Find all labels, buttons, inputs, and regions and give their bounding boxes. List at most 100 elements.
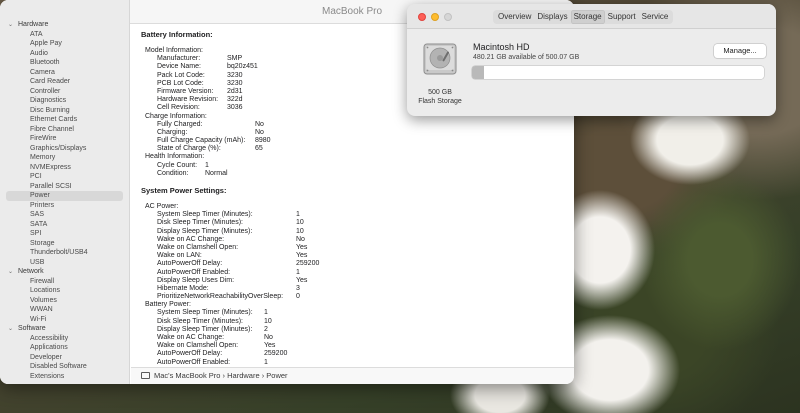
info-value: 10 xyxy=(296,227,304,235)
info-row: PrioritizeNetworkReachabilityOverSleep: 0 xyxy=(141,293,574,301)
sidebar-item-sas[interactable]: SAS xyxy=(0,210,129,220)
chevron-down-icon[interactable]: ⌄ xyxy=(8,325,18,335)
info-key: Cycle Count: xyxy=(157,161,198,169)
sidebar-item-wwan[interactable]: WWAN xyxy=(0,305,129,315)
sidebar-header-hardware[interactable]: ⌄ Hardware xyxy=(0,20,129,30)
hard-drive-icon xyxy=(423,43,457,75)
about-titlebar: Overview Displays Storage Support Service xyxy=(407,4,776,29)
tab-support[interactable]: Support xyxy=(605,10,639,24)
info-value: 10 xyxy=(296,219,304,227)
info-value: 1 xyxy=(264,309,268,317)
info-value: 1 xyxy=(264,358,268,366)
info-key: Display Sleep Timer (Minutes): xyxy=(157,227,253,235)
disk-size: 500 GB xyxy=(428,89,452,96)
info-row: System Sleep Timer (Minutes): 1 xyxy=(141,309,574,317)
storage-usage-bar xyxy=(472,66,764,79)
sidebar-item-bluetooth[interactable]: Bluetooth xyxy=(0,58,129,68)
info-key: Manufacturer: xyxy=(157,55,201,63)
sidebar-item-ata[interactable]: ATA xyxy=(0,30,129,40)
sidebar-item-storage[interactable]: Storage xyxy=(0,239,129,249)
info-value: No xyxy=(296,235,305,243)
sidebar-item-usb[interactable]: USB xyxy=(0,258,129,268)
info-key: Charging: xyxy=(157,128,188,136)
tab-overview[interactable]: Overview xyxy=(495,10,534,24)
sidebar-item-power[interactable]: Power xyxy=(6,191,123,201)
sidebar-item-camera[interactable]: Camera xyxy=(0,68,129,78)
info-row: Disk Sleep Timer (Minutes): 10 xyxy=(141,318,574,326)
sidebar-item-diagnostics[interactable]: Diagnostics xyxy=(0,96,129,106)
info-value: No xyxy=(255,120,264,128)
sidebar-item-fibre-channel[interactable]: Fibre Channel xyxy=(0,125,129,135)
sidebar-item-firewire[interactable]: FireWire xyxy=(0,134,129,144)
tab-displays[interactable]: Displays xyxy=(534,10,570,24)
sidebar-item-graphics-displays[interactable]: Graphics/Displays xyxy=(0,144,129,154)
sidebar-item-wi-fi[interactable]: Wi-Fi xyxy=(0,315,129,325)
sidebar-item-spi[interactable]: SPI xyxy=(0,229,129,239)
tab-bar: Overview Displays Storage Support Service xyxy=(493,10,674,24)
info-key: Firmware Version: xyxy=(157,87,214,95)
info-key: Condition: xyxy=(157,169,189,177)
info-value: No xyxy=(255,128,264,136)
sidebar-item-audio[interactable]: Audio xyxy=(0,49,129,59)
chevron-down-icon[interactable]: ⌄ xyxy=(8,268,18,278)
breadcrumb-text: Mac's MacBook Pro › Hardware › Power xyxy=(154,371,288,380)
info-value: 1 xyxy=(296,211,300,219)
info-row: State of Charge (%): 65 xyxy=(141,145,574,153)
info-key: Hibernate Mode: xyxy=(157,284,209,292)
sidebar-item-extensions[interactable]: Extensions xyxy=(0,372,129,382)
sidebar-item-memory[interactable]: Memory xyxy=(0,153,129,163)
tab-storage[interactable]: Storage xyxy=(570,10,605,24)
sidebar-item-nvmexpress[interactable]: NVMExpress xyxy=(0,163,129,173)
subsection-battery-power: Battery Power: xyxy=(145,301,191,309)
zoom-button[interactable] xyxy=(444,13,452,21)
info-value: 259200 xyxy=(264,350,288,358)
subsection-ac-power: AC Power: xyxy=(145,203,179,210)
sidebar-item-ethernet-cards[interactable]: Ethernet Cards xyxy=(0,115,129,125)
info-key: PCB Lot Code: xyxy=(157,79,204,87)
sidebar-item-disc-burning[interactable]: Disc Burning xyxy=(0,106,129,116)
info-key: System Sleep Timer (Minutes): xyxy=(157,309,253,317)
info-row: Display Sleep Uses Dim: Yes xyxy=(141,277,574,285)
sidebar-item-controller[interactable]: Controller xyxy=(0,87,129,97)
sidebar-item-card-reader[interactable]: Card Reader xyxy=(0,77,129,87)
close-button[interactable] xyxy=(418,13,426,21)
sidebar-item-applications[interactable]: Applications xyxy=(0,343,129,353)
sidebar-item-locations[interactable]: Locations xyxy=(0,286,129,296)
info-value: 322d xyxy=(227,96,243,104)
info-value: bq20z451 xyxy=(227,63,258,71)
info-value: 3 xyxy=(296,284,300,292)
sidebar-item-apple-pay[interactable]: Apple Pay xyxy=(0,39,129,49)
minimize-button[interactable] xyxy=(431,13,439,21)
info-value: 1 xyxy=(296,268,300,276)
sidebar-item-developer[interactable]: Developer xyxy=(0,353,129,363)
sidebar-item-printers[interactable]: Printers xyxy=(0,201,129,211)
info-key: Wake on Clamshell Open: xyxy=(157,342,239,350)
sidebar-header-network[interactable]: ⌄ Network xyxy=(0,267,129,277)
info-key: Wake on Clamshell Open: xyxy=(157,243,239,251)
disk-name: Macintosh HD xyxy=(473,42,530,52)
manage-button[interactable]: Manage... xyxy=(714,44,766,58)
info-row: Fully Charged: No xyxy=(141,121,574,129)
sidebar-item-disabled-software[interactable]: Disabled Software xyxy=(0,362,129,372)
info-key: PrioritizeNetworkReachabilityOverSleep: xyxy=(157,293,284,301)
sidebar-item-firewall[interactable]: Firewall xyxy=(0,277,129,287)
sidebar-item-sata[interactable]: SATA xyxy=(0,220,129,230)
sidebar-header-software[interactable]: ⌄ Software xyxy=(0,324,129,334)
sidebar-item-accessibility[interactable]: Accessibility xyxy=(0,334,129,344)
info-key: Wake on AC Change: xyxy=(157,334,225,341)
info-value: 2 xyxy=(264,325,268,333)
storage-panel: 500 GB Flash Storage Macintosh HD 480.21… xyxy=(407,29,776,116)
info-row: System Sleep Timer (Minutes): 1 xyxy=(141,211,574,219)
info-value: Yes xyxy=(296,252,308,260)
info-row: AutoPowerOff Enabled: 1 xyxy=(141,359,574,367)
info-row: Wake on AC Change: No xyxy=(141,236,574,244)
sidebar-item-thunderbolt-usb4[interactable]: Thunderbolt/USB4 xyxy=(0,248,129,258)
chevron-down-icon[interactable]: ⌄ xyxy=(8,21,18,31)
info-key: Wake on LAN: xyxy=(157,252,202,260)
info-key: Cell Revision: xyxy=(157,104,200,112)
sidebar-item-parallel-scsi[interactable]: Parallel SCSI xyxy=(0,182,129,192)
tab-service[interactable]: Service xyxy=(639,10,672,24)
sidebar-item-volumes[interactable]: Volumes xyxy=(0,296,129,306)
info-row: Cycle Count: 1 xyxy=(141,162,574,170)
sidebar-item-pci[interactable]: PCI xyxy=(0,172,129,182)
